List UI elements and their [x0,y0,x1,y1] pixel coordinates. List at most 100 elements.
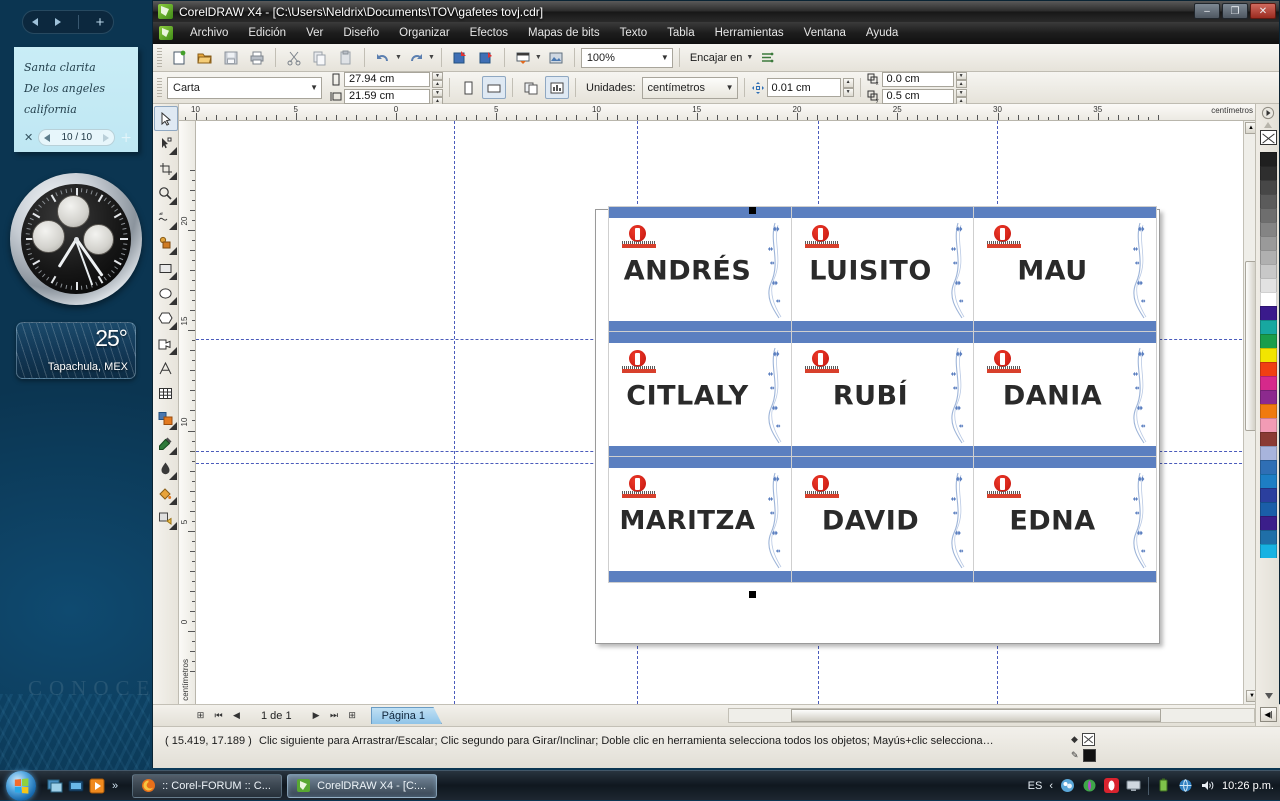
rectangle-tool-flyout-icon[interactable] [168,272,177,280]
fill-tool[interactable] [154,481,178,506]
badge-card[interactable]: EDNA [973,456,1157,583]
none-color-swatch[interactable] [1260,130,1277,145]
horizontal-scroll-thumb[interactable] [791,709,1161,722]
redo-icon[interactable] [404,46,428,69]
blend-tool[interactable] [154,406,178,431]
nudge-spinner[interactable]: ▲ ▼ [842,78,854,97]
rectangle-tool[interactable] [154,256,178,281]
paper-width-input[interactable]: 27.94 cm [344,71,430,87]
color-swatch[interactable] [1260,376,1277,390]
shape-tool-flyout-icon[interactable] [168,147,177,155]
open-document-icon[interactable] [193,46,217,69]
monitor-icon[interactable] [1126,778,1141,793]
gadget-nav-bar[interactable]: + [22,10,114,34]
ellipse-tool-flyout-icon[interactable] [168,297,177,305]
menu-ventana[interactable]: Ventana [794,25,856,41]
zoom-tool[interactable] [154,181,178,206]
undo-dropdown-icon[interactable]: ▼ [395,54,402,61]
last-page-button[interactable]: ⏭ [327,708,342,723]
redo-dropdown-icon[interactable]: ▼ [428,54,435,61]
first-page-button[interactable]: ⏮ [211,708,226,723]
color-swatch[interactable] [1260,460,1277,474]
menu-mapas-de-bits[interactable]: Mapas de bits [518,25,610,41]
zoom-tool-flyout-icon[interactable] [168,197,177,205]
color-swatch[interactable] [1260,236,1277,250]
messenger-icon[interactable] [1060,778,1075,793]
print-document-icon[interactable] [245,46,269,69]
interactive-fill-tool-flyout-icon[interactable] [168,522,177,530]
drawing-canvas[interactable]: ANDRÉS LUISITO MAU CITLALY RUBÍ DANIA MARITZA D… [196,121,1257,704]
minimize-button[interactable]: – [1194,3,1220,19]
color-swatch[interactable] [1260,306,1277,320]
blend-tool-flyout-icon[interactable] [168,422,177,430]
copy-icon[interactable] [308,46,332,69]
document-icon[interactable] [159,26,173,40]
toolbar-grip[interactable] [157,47,162,68]
basic-shapes-tool[interactable] [154,331,178,356]
interactive-fill-tool[interactable] [154,506,178,531]
orientation-portrait-button[interactable] [456,76,480,99]
application-launcher-icon[interactable] [511,46,535,69]
smart-fill-tool-flyout-icon[interactable] [168,247,177,255]
launcher-dropdown-icon[interactable]: ▼ [535,54,542,61]
prev-gadget-icon[interactable] [31,18,38,26]
color-swatch[interactable] [1260,222,1277,236]
all-pages-button[interactable] [519,76,543,99]
add-gadget-icon[interactable]: + [96,15,105,30]
color-swatch[interactable] [1260,320,1277,334]
cut-icon[interactable] [282,46,306,69]
menu-organizar[interactable]: Organizar [389,25,460,41]
nudge-input[interactable]: 0.01 cm [766,78,841,97]
shape-tool[interactable] [154,131,178,156]
color-swatch[interactable] [1260,432,1277,446]
color-swatch[interactable] [1260,264,1277,278]
horizontal-ruler[interactable]: centímetros 10 5 0 5 10 15 20 25 30 35 [179,104,1257,121]
units-combo[interactable]: centímetros ▼ [641,76,738,99]
close-button[interactable]: ✕ [1250,3,1276,19]
previous-page-button[interactable]: ◀ [229,708,244,723]
clock-gadget[interactable] [10,173,142,305]
opera-icon[interactable] [1104,778,1120,793]
eyedropper-tool[interactable] [154,431,178,456]
quick-launch-overflow-icon[interactable]: » [112,780,118,792]
color-swatch[interactable] [1260,292,1277,306]
duplicate-y-input[interactable]: 0.5 cm [881,88,954,104]
undo-icon[interactable] [371,46,395,69]
import-icon[interactable] [448,46,472,69]
corel-online-icon[interactable] [544,46,568,69]
color-swatch[interactable] [1260,474,1277,488]
eyedropper-tool-flyout-icon[interactable] [168,447,177,455]
taskbar-item-coreldraw[interactable]: CorelDRAW X4 - [C:... [287,773,438,798]
menu-diseno[interactable]: Diseño [333,25,389,41]
duplicate-y-spinner[interactable]: ▼ ▲ [955,88,967,105]
color-swatch[interactable] [1260,348,1277,362]
paste-icon[interactable] [334,46,358,69]
system-clock[interactable]: 10:26 p.m. [1222,780,1274,792]
property-bar-grip[interactable] [157,77,162,98]
color-swatch[interactable] [1260,334,1277,348]
color-swatch[interactable] [1260,278,1277,292]
smart-fill-tool[interactable] [154,231,178,256]
page-tab-1[interactable]: Página 1 [370,707,443,724]
next-page-button[interactable]: ▶ [309,708,324,723]
menu-efectos[interactable]: Efectos [460,25,518,41]
outline-tool-flyout-icon[interactable] [168,472,177,480]
color-swatch[interactable] [1260,194,1277,208]
palette-scroll-down-button[interactable] [1260,691,1277,704]
show-desktop-icon[interactable] [46,777,64,795]
options-icon[interactable] [755,46,779,69]
freehand-tool-flyout-icon[interactable] [168,222,177,230]
paper-height-spinner[interactable]: ▼ ▲ [432,88,443,105]
menu-texto[interactable]: Texto [610,25,658,41]
badge-card[interactable]: RUBÍ [791,331,975,458]
menu-tabla[interactable]: Tabla [657,25,705,41]
next-gadget-icon[interactable] [54,18,61,26]
color-swatch[interactable] [1260,544,1277,558]
badge-card[interactable]: ANDRÉS [608,206,792,333]
badge-card[interactable]: MARITZA [608,456,792,583]
polygon-tool[interactable] [154,306,178,331]
color-swatch[interactable] [1260,404,1277,418]
badge-card[interactable]: DAVID [791,456,975,583]
polygon-tool-flyout-icon[interactable] [168,322,177,330]
paper-height-input[interactable]: 21.59 cm [344,88,430,104]
